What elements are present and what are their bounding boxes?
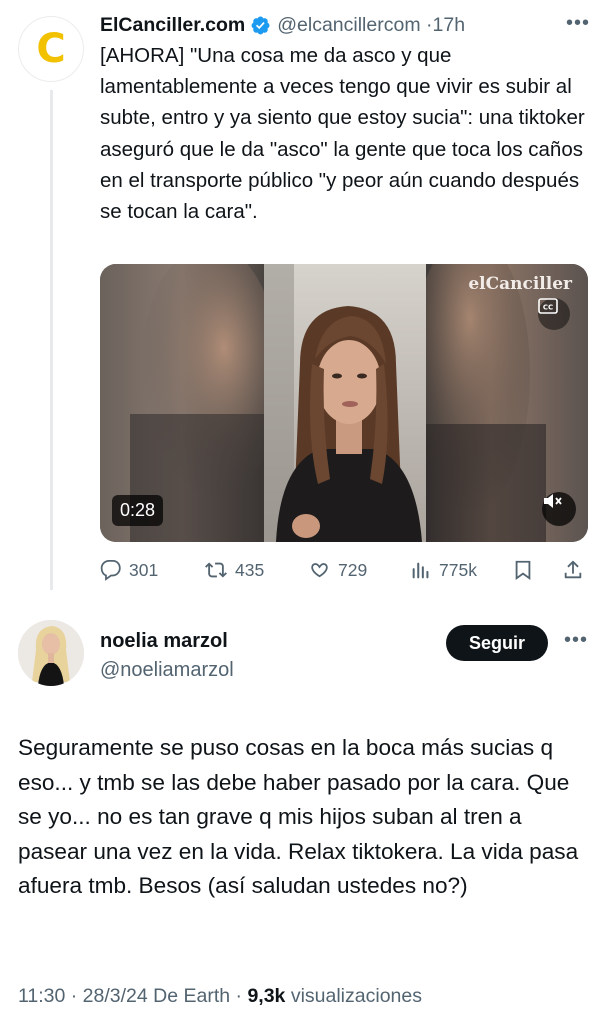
like-count: 729 (338, 559, 368, 580)
video-watermark: elCanciller (468, 274, 572, 294)
video-duration: 0:28 (112, 495, 164, 526)
more-options-icon[interactable]: ••• (566, 12, 590, 35)
handle-text: @elcancillercom (277, 13, 421, 36)
svg-text:CC: CC (543, 304, 553, 312)
verified-badge-icon (250, 15, 271, 36)
post-metadata: 11:30 · 28/3/24 De Earth · 9,3k visualiz… (18, 985, 422, 1008)
follow-button[interactable]: Seguir (446, 625, 548, 661)
reply-button[interactable]: 301 (100, 555, 158, 585)
views-count: 9,3k (247, 985, 286, 1007)
quoted-tweet-text: [AHORA] "Una cosa me da asco y que lamen… (100, 44, 585, 224)
retweet-button[interactable]: 435 (204, 555, 264, 585)
video-frame (100, 264, 588, 542)
reply-author-name[interactable]: noelia marzol (100, 630, 228, 653)
views-button[interactable]: 775k (410, 555, 477, 585)
reply-count: 301 (129, 559, 159, 580)
views-label: visualizaciones (290, 985, 422, 1007)
profile-photo (18, 620, 84, 686)
share-button[interactable] (562, 555, 584, 585)
post-timestamp[interactable]: 11:30 · 28/3/24 De Earth · (18, 985, 242, 1007)
post-time[interactable]: 17h (433, 14, 466, 36)
author-name[interactable]: ElCanciller.com (100, 14, 245, 37)
video-player[interactable]: elCanciller CC 0:28 (100, 264, 588, 542)
captions-icon[interactable]: CC (538, 298, 570, 330)
bookmark-icon (515, 560, 531, 581)
share-icon (564, 560, 582, 579)
analytics-bars-icon (412, 562, 429, 579)
like-button[interactable]: 729 (308, 555, 367, 585)
noelia-avatar[interactable] (18, 620, 84, 686)
author-handle[interactable]: @elcancillercom ·17h (277, 14, 465, 37)
retweet-icon (205, 562, 227, 578)
heart-icon (311, 563, 328, 578)
reply-text: Seguramente se puso cosas en la boca más… (18, 735, 579, 898)
elcanciller-avatar[interactable]: C (18, 16, 84, 82)
bookmark-button[interactable] (512, 555, 534, 585)
tweet-actions-bar: 301 435 729 775k (100, 555, 590, 585)
view-count: 775k (439, 559, 477, 580)
retweet-count: 435 (235, 559, 265, 580)
speaker-muted-icon[interactable] (542, 492, 576, 526)
reply-icon (100, 559, 121, 581)
quoted-tweet-header: ElCanciller.com @elcancillercom ·17h ••• (100, 10, 590, 40)
more-options-icon[interactable]: ••• (564, 629, 588, 652)
reply-author-handle[interactable]: @noeliamarzol (100, 659, 234, 682)
thread-connector-line (50, 90, 53, 590)
avatar-logo-letter: C (36, 26, 66, 72)
